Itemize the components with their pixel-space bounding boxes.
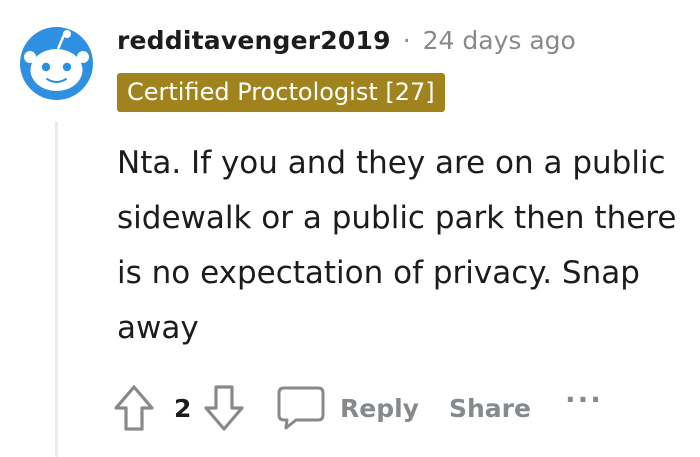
share-button[interactable]: Share xyxy=(449,394,531,423)
comment-action-bar: 2 Reply Share ··· xyxy=(108,380,603,436)
reply-label: Reply xyxy=(340,393,419,423)
avatar[interactable] xyxy=(20,27,93,100)
header-separator: · xyxy=(402,26,411,55)
arrow-up-icon xyxy=(114,385,154,431)
arrow-down-icon xyxy=(204,385,244,431)
downvote-button[interactable] xyxy=(198,381,250,435)
ellipsis-icon: ··· xyxy=(564,383,603,416)
upvote-button[interactable] xyxy=(108,381,160,435)
more-options-button[interactable]: ··· xyxy=(565,386,603,414)
comment-header: redditavenger2019 · 24 days ago xyxy=(117,25,576,57)
username-link[interactable]: redditavenger2019 xyxy=(117,25,391,57)
speech-bubble-icon xyxy=(277,386,325,430)
reply-button[interactable]: Reply xyxy=(276,385,419,431)
vote-count: 2 xyxy=(174,393,192,423)
reddit-snoo-avatar-icon xyxy=(20,27,93,100)
thread-line[interactable] xyxy=(55,121,58,457)
user-flair: Certified Proctologist [27] xyxy=(117,73,445,112)
comment: redditavenger2019 · 24 days ago Certifie… xyxy=(0,0,700,457)
timestamp-link[interactable]: 24 days ago xyxy=(423,25,576,57)
comment-body: Nta. If you and they are on a public sid… xyxy=(117,145,677,346)
